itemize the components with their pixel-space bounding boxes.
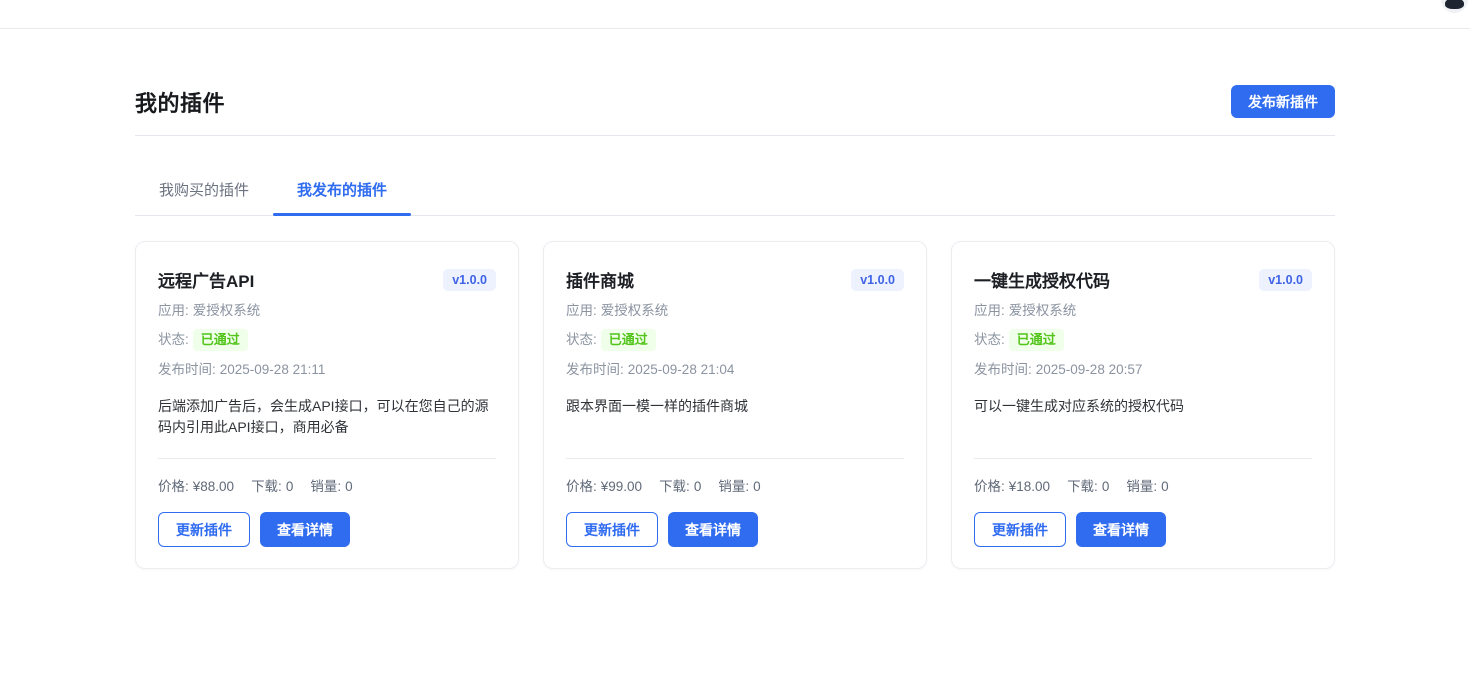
price-stat: 价格: ¥18.00 [974,475,1050,495]
plugin-description: 跟本界面一模一样的插件商城 [566,396,904,452]
app-label: 应用: [974,303,1005,318]
status-badge: 已通过 [193,329,248,351]
downloads-stat: 下载: 0 [659,475,701,495]
version-badge: v1.0.0 [1259,269,1312,291]
plugin-title: 远程广告API [158,267,254,292]
plugin-title: 一键生成授权代码 [974,267,1110,292]
publish-time-label: 发布时间: [566,362,624,377]
downloads-value: 0 [286,479,294,494]
price-stat: 价格: ¥88.00 [158,475,234,495]
tab-published-plugins[interactable]: 我发布的插件 [273,166,411,215]
card-actions: 更新插件 查看详情 [566,512,904,547]
downloads-label: 下载: [659,479,690,494]
version-badge: v1.0.0 [851,269,904,291]
card-actions: 更新插件 查看详情 [158,512,496,547]
status-label: 状态: [566,332,597,347]
plugin-status-row: 状态: 已通过 [158,329,496,351]
plugin-stats-row: 价格: ¥99.00 下载: 0 销量: 0 [566,475,904,495]
publish-time-label: 发布时间: [158,362,216,377]
status-label: 状态: [974,332,1005,347]
avatar-silhouette [1445,0,1464,9]
downloads-stat: 下载: 0 [1067,475,1109,495]
plugin-stats-row: 价格: ¥18.00 下载: 0 销量: 0 [974,475,1312,495]
page-title: 我的插件 [135,86,225,118]
price-value: ¥18.00 [1009,479,1050,494]
plugin-publish-time-row: 发布时间: 2025-09-28 21:11 [158,361,496,378]
app-label: 应用: [566,303,597,318]
plugin-status-row: 状态: 已通过 [974,329,1312,351]
price-stat: 价格: ¥99.00 [566,475,642,495]
plugin-title: 插件商城 [566,267,634,292]
price-label: 价格: [158,479,189,494]
publish-time-value: 2025-09-28 21:11 [220,362,326,377]
plugin-app-row: 应用: 爱授权系统 [566,302,904,319]
sales-value: 0 [345,479,353,494]
app-label: 应用: [158,303,189,318]
card-header: 远程广告API v1.0.0 [158,267,496,292]
version-badge: v1.0.0 [443,269,496,291]
downloads-value: 0 [694,479,702,494]
status-badge: 已通过 [1009,329,1064,351]
price-value: ¥99.00 [601,479,642,494]
plugin-app-row: 应用: 爱授权系统 [974,302,1312,319]
update-plugin-button[interactable]: 更新插件 [158,512,250,547]
view-details-button[interactable]: 查看详情 [1076,512,1166,547]
sales-label: 销量: [718,479,749,494]
page-header: 我的插件 发布新插件 [135,29,1335,118]
status-label: 状态: [158,332,189,347]
downloads-value: 0 [1102,479,1110,494]
card-header: 插件商城 v1.0.0 [566,267,904,292]
plugin-stats-row: 价格: ¥88.00 下载: 0 销量: 0 [158,475,496,495]
user-avatar-icon[interactable] [1441,0,1468,13]
view-details-button[interactable]: 查看详情 [668,512,758,547]
sales-stat: 销量: 0 [718,475,760,495]
card-divider [974,458,1312,459]
tab-purchased-plugins[interactable]: 我购买的插件 [135,166,273,215]
plugin-card: 一键生成授权代码 v1.0.0 应用: 爱授权系统 状态: 已通过 发布时间: 202… [951,241,1335,569]
plugin-description: 可以一键生成对应系统的授权代码 [974,396,1312,452]
update-plugin-button[interactable]: 更新插件 [566,512,658,547]
plugin-publish-time-row: 发布时间: 2025-09-28 20:57 [974,361,1312,378]
top-bar [0,0,1470,29]
card-divider [158,458,496,459]
card-actions: 更新插件 查看详情 [974,512,1312,547]
app-value: 爱授权系统 [1009,303,1077,318]
price-label: 价格: [974,479,1005,494]
plugin-card-grid: 远程广告API v1.0.0 应用: 爱授权系统 状态: 已通过 发布时间: 2025… [135,241,1335,569]
update-plugin-button[interactable]: 更新插件 [974,512,1066,547]
plugin-card: 远程广告API v1.0.0 应用: 爱授权系统 状态: 已通过 发布时间: 2025… [135,241,519,569]
status-badge: 已通过 [601,329,656,351]
publish-time-value: 2025-09-28 21:04 [628,362,735,377]
plugin-app-row: 应用: 爱授权系统 [158,302,496,319]
downloads-label: 下载: [1067,479,1098,494]
publish-new-plugin-button[interactable]: 发布新插件 [1231,85,1335,118]
app-value: 爱授权系统 [601,303,669,318]
view-details-button[interactable]: 查看详情 [260,512,350,547]
plugin-description: 后端添加广告后，会生成API接口，可以在您自己的源码内引用此API接口，商用必备 [158,396,496,452]
tabs: 我购买的插件 我发布的插件 [135,166,1335,216]
price-value: ¥88.00 [193,479,234,494]
card-header: 一键生成授权代码 v1.0.0 [974,267,1312,292]
sales-value: 0 [753,479,761,494]
plugin-publish-time-row: 发布时间: 2025-09-28 21:04 [566,361,904,378]
main-content: 我的插件 发布新插件 我购买的插件 我发布的插件 远程广告API v1.0.0 … [135,29,1335,569]
sales-label: 销量: [310,479,341,494]
plugin-card: 插件商城 v1.0.0 应用: 爱授权系统 状态: 已通过 发布时间: 2025-09… [543,241,927,569]
publish-time-label: 发布时间: [974,362,1032,377]
downloads-stat: 下载: 0 [251,475,293,495]
title-divider [135,135,1335,136]
downloads-label: 下载: [251,479,282,494]
sales-value: 0 [1161,479,1169,494]
publish-time-value: 2025-09-28 20:57 [1036,362,1143,377]
price-label: 价格: [566,479,597,494]
sales-label: 销量: [1126,479,1157,494]
sales-stat: 销量: 0 [310,475,352,495]
sales-stat: 销量: 0 [1126,475,1168,495]
app-value: 爱授权系统 [193,303,261,318]
card-divider [566,458,904,459]
plugin-status-row: 状态: 已通过 [566,329,904,351]
